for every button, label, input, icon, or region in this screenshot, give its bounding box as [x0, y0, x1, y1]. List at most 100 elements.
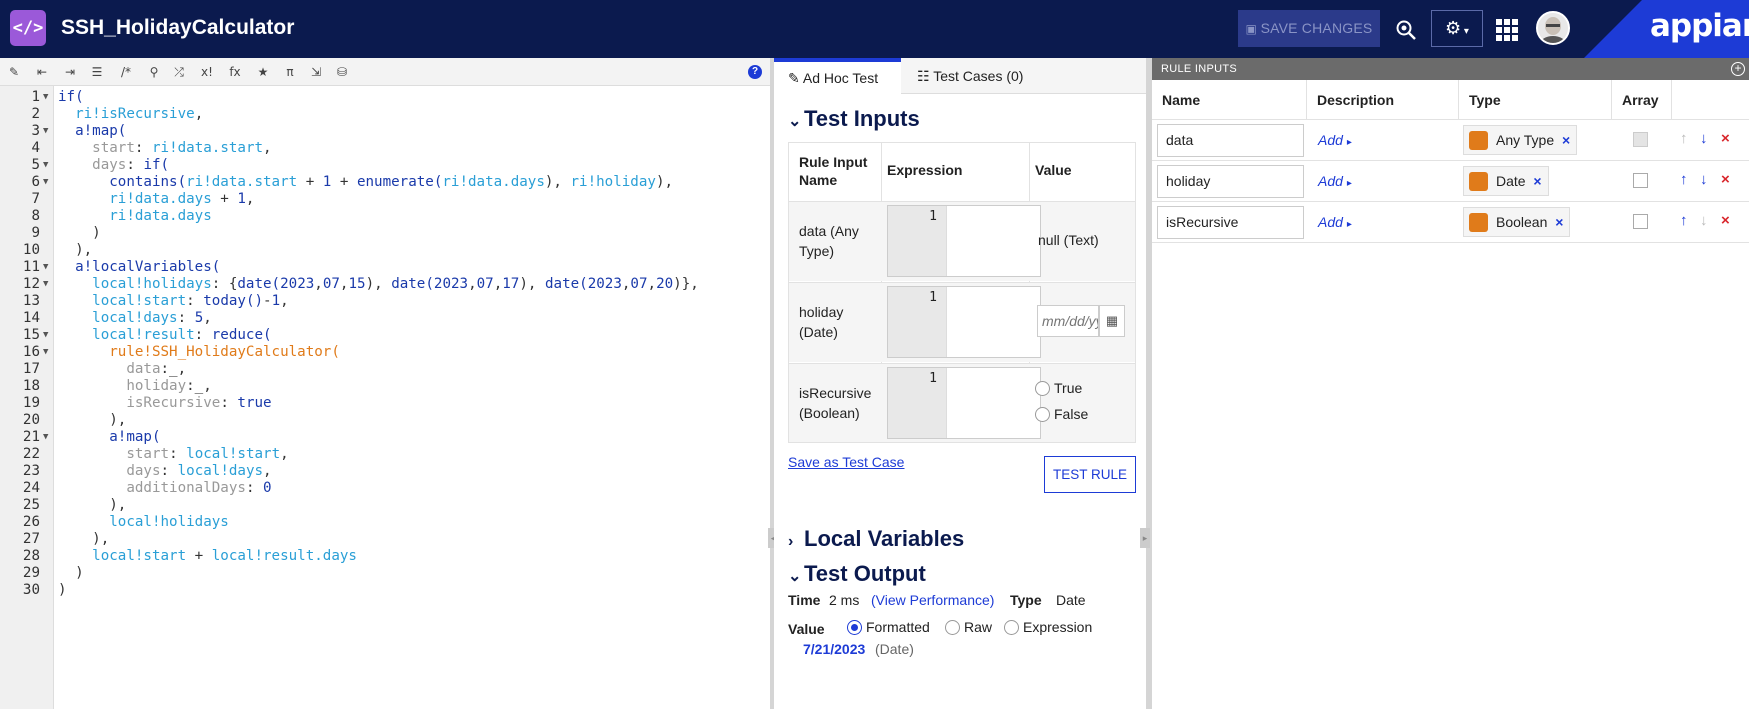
code-line[interactable]: 22 start: local!start,	[0, 446, 770, 463]
search-icon[interactable]: ⚲	[145, 63, 163, 81]
radio-button[interactable]	[1035, 407, 1050, 422]
code-line[interactable]: 10 ),	[0, 242, 770, 259]
code-line[interactable]: 14 local!days: 5,	[0, 310, 770, 327]
remove-type-icon[interactable]: ×	[1533, 167, 1541, 195]
array-checkbox[interactable]	[1633, 173, 1648, 188]
remove-type-icon[interactable]: ×	[1562, 126, 1570, 154]
wand-icon[interactable]: ✎	[5, 63, 23, 81]
expression-field-data[interactable]: 1	[887, 205, 1041, 277]
code-line[interactable]: 6 ▼ contains(ri!data.start + 1 + enumerat…	[0, 174, 770, 191]
variable-icon[interactable]: x!	[198, 63, 216, 81]
fold-arrow-icon[interactable]: ▼	[43, 174, 48, 191]
radio-button[interactable]	[945, 620, 960, 635]
code-line[interactable]: 23 days: local!days,	[0, 463, 770, 480]
move-up-icon[interactable]: ↑	[1680, 171, 1688, 188]
fold-arrow-icon[interactable]: ▼	[43, 89, 48, 106]
code-line[interactable]: 13 local!start: today()-1,	[0, 293, 770, 310]
settings-menu-button[interactable]: ⚙ ▾	[1431, 10, 1483, 47]
code-line[interactable]: 18 holiday:_,	[0, 378, 770, 395]
tab-test-cases[interactable]: ☷ Test Cases (0)	[901, 58, 1146, 94]
expression-editor[interactable]: ✎ ⇤ ⇥ ☰/* ⚲ ⤮ x! fx ★ π ⇲ ⛁ ? 1 ▼ if(2 ri!isRecursive…	[0, 58, 770, 709]
help-icon[interactable]: ?	[748, 65, 762, 79]
test-output-toggle[interactable]: ⌄ Test Output	[788, 561, 926, 587]
code-line[interactable]: 9 )	[0, 225, 770, 242]
code-line[interactable]: 28 local!start + local!result.days	[0, 548, 770, 565]
radio-button[interactable]	[1035, 381, 1050, 396]
code-line[interactable]: 25 ),	[0, 497, 770, 514]
list-icon[interactable]: ☰	[88, 63, 106, 81]
fold-arrow-icon[interactable]: ▼	[43, 276, 48, 293]
code-line[interactable]: 19 isRecursive: true	[0, 395, 770, 412]
test-rule-button[interactable]: TEST RULE	[1044, 456, 1136, 493]
save-changes-button[interactable]: ▣ SAVE CHANGES	[1238, 10, 1380, 47]
collapse-right-icon[interactable]: ▸	[1140, 528, 1150, 548]
code-line[interactable]: 5 ▼ days: if(	[0, 157, 770, 174]
add-rule-input-icon[interactable]: +	[1731, 62, 1745, 76]
radio-false[interactable]: False	[1035, 406, 1088, 422]
delete-icon[interactable]: ×	[1721, 130, 1730, 147]
type-pill[interactable]: Any Type ×	[1463, 125, 1578, 155]
fold-arrow-icon[interactable]: ▼	[43, 327, 48, 344]
comment-icon[interactable]: /*	[117, 63, 135, 81]
move-down-icon[interactable]: ↓	[1700, 130, 1708, 147]
radio-true[interactable]: True	[1035, 380, 1082, 396]
fold-arrow-icon[interactable]: ▼	[43, 259, 48, 276]
code-line[interactable]: 16 ▼ rule!SSH_HolidayCalculator(	[0, 344, 770, 361]
array-checkbox[interactable]	[1633, 214, 1648, 229]
add-description-link[interactable]: Add ▸	[1318, 132, 1352, 148]
app-grid-icon[interactable]	[1496, 19, 1518, 41]
user-avatar[interactable]	[1536, 11, 1570, 45]
export-icon[interactable]: ⇲	[307, 63, 325, 81]
delete-icon[interactable]: ×	[1721, 212, 1730, 229]
code-line[interactable]: 1 ▼ if(	[0, 89, 770, 106]
code-line[interactable]: 17 data:_,	[0, 361, 770, 378]
radio-expression[interactable]: Expression	[1004, 619, 1092, 635]
holiday-date-input[interactable]	[1037, 305, 1099, 337]
code-line[interactable]: 29 )	[0, 565, 770, 582]
code-line[interactable]: 27 ),	[0, 531, 770, 548]
code-line[interactable]: 11 ▼ a!localVariables(	[0, 259, 770, 276]
fold-arrow-icon[interactable]: ▼	[43, 157, 48, 174]
code-line[interactable]: 26 local!holidays	[0, 514, 770, 531]
fold-arrow-icon[interactable]: ▼	[43, 429, 48, 446]
expression-field-isrecursive[interactable]: 1	[887, 367, 1041, 439]
radio-raw[interactable]: Raw	[945, 619, 992, 635]
save-as-test-case-link[interactable]: Save as Test Case	[788, 454, 904, 470]
delete-icon[interactable]: ×	[1721, 171, 1730, 188]
remove-type-icon[interactable]: ×	[1555, 208, 1563, 236]
move-down-icon[interactable]: ↓	[1700, 171, 1708, 188]
expression-field-holiday[interactable]: 1	[887, 286, 1041, 358]
pi-icon[interactable]: π	[281, 63, 299, 81]
rule-input-name-field[interactable]: holiday	[1157, 165, 1304, 198]
test-inputs-toggle[interactable]: ⌄ Test Inputs	[788, 106, 920, 132]
code-area[interactable]: 1 ▼ if(2 ri!isRecursive, 3 ▼ a!map(4 start: …	[0, 86, 770, 709]
type-pill[interactable]: Date ×	[1463, 166, 1549, 196]
add-description-link[interactable]: Add ▸	[1318, 173, 1352, 189]
code-line[interactable]: 15 ▼ local!result: reduce(	[0, 327, 770, 344]
shuffle-icon[interactable]: ⤮	[170, 63, 188, 81]
code-line[interactable]: 20 ),	[0, 412, 770, 429]
rule-input-name-field[interactable]: isRecursive	[1157, 206, 1304, 239]
code-line[interactable]: 12 ▼ local!holidays: {date(2023,07,15), d…	[0, 276, 770, 293]
fold-arrow-icon[interactable]: ▼	[43, 123, 48, 140]
code-line[interactable]: 4 start: ri!data.start,	[0, 140, 770, 157]
radio-button[interactable]	[847, 620, 862, 635]
calendar-icon[interactable]: ▦	[1099, 305, 1125, 337]
query-icon[interactable]: ⛁	[333, 63, 351, 81]
code-line[interactable]: 7 ri!data.days + 1,	[0, 191, 770, 208]
local-variables-toggle[interactable]: › Local Variables	[788, 526, 964, 552]
code-line[interactable]: 21 ▼ a!map(	[0, 429, 770, 446]
fold-arrow-icon[interactable]: ▼	[43, 344, 48, 361]
type-pill[interactable]: Boolean ×	[1463, 207, 1571, 237]
code-line[interactable]: 3 ▼ a!map(	[0, 123, 770, 140]
indent-icon[interactable]: ⇥	[61, 63, 79, 81]
tab-ad-hoc-test[interactable]: ✎ Ad Hoc Test	[774, 58, 901, 94]
outdent-icon[interactable]: ⇤	[33, 63, 51, 81]
add-description-link[interactable]: Add ▸	[1318, 214, 1352, 230]
code-line[interactable]: 24 additionalDays: 0	[0, 480, 770, 497]
code-line[interactable]: 2 ri!isRecursive,	[0, 106, 770, 123]
code-line[interactable]: 30)	[0, 582, 770, 599]
object-search-icon[interactable]	[1394, 18, 1418, 42]
code-line[interactable]: 8 ri!data.days	[0, 208, 770, 225]
radio-formatted[interactable]: Formatted	[847, 619, 930, 635]
